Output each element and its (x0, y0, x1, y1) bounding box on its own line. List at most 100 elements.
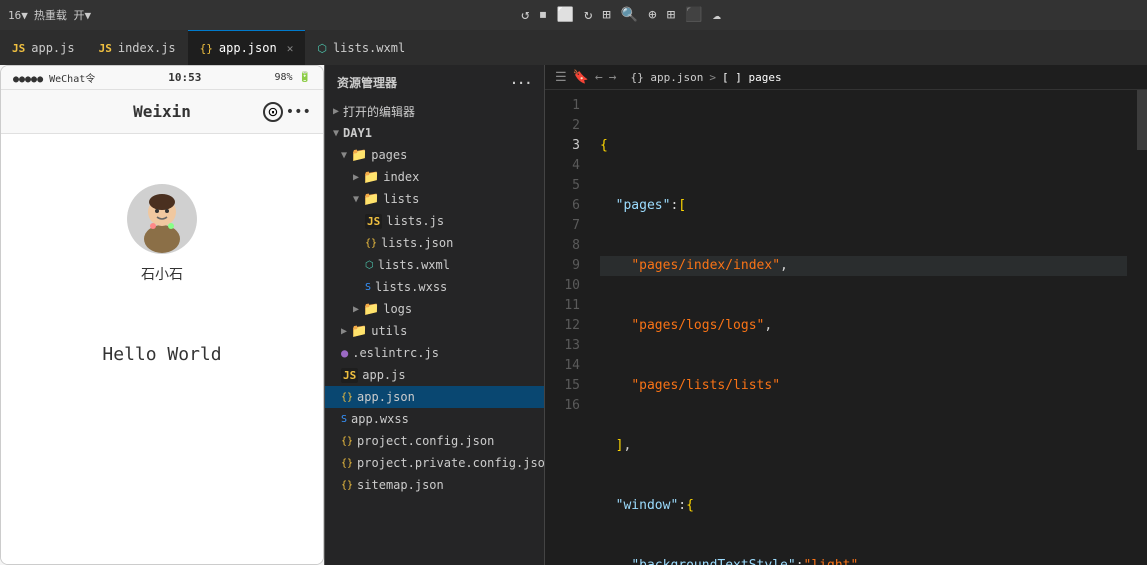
tab-app-json[interactable]: {} app.json ✕ (188, 30, 306, 65)
file-lists-js-label: lists.js (386, 214, 444, 228)
file-app-js-label: app.js (362, 368, 405, 382)
back-icon[interactable]: ← (595, 70, 603, 85)
breadcrumb-path: {} app.json (631, 71, 704, 84)
code-line-6: ], (600, 436, 1127, 456)
upload-icon[interactable]: ⊞ (602, 7, 610, 23)
file-app-json-label: app.json (357, 390, 415, 404)
avatar (127, 184, 197, 254)
chevron-right-icon: ▶ (353, 172, 359, 183)
add-icon[interactable]: ⊕ (648, 7, 656, 23)
cloud-icon[interactable]: ☁ (713, 7, 721, 23)
folder-lists[interactable]: ▼ 📁 lists (325, 188, 544, 210)
folder-index[interactable]: ▶ 📁 index (325, 166, 544, 188)
avatar-image (127, 184, 197, 254)
json-file-icon: {} (341, 458, 353, 469)
file-lists-json-label: lists.json (381, 236, 453, 250)
file-project-private[interactable]: {} project.private.config.json (325, 452, 544, 474)
main-content: ●●●●● WeChat令 10:53 98% 🔋 Weixin ••• ⊙ (0, 65, 1147, 565)
minimap-thumb[interactable] (1137, 90, 1147, 150)
js-icon: JS (99, 42, 112, 55)
line-num: 1 (545, 96, 580, 116)
grid-icon[interactable]: ⊞ (667, 7, 675, 23)
chevron-right-icon: ▶ (341, 326, 347, 337)
line-num: 15 (545, 376, 580, 396)
forward-icon[interactable]: → (609, 70, 617, 85)
file-app-js[interactable]: JS app.js (325, 364, 544, 386)
folder-utils[interactable]: ▶ 📁 utils (325, 320, 544, 342)
file-lists-json[interactable]: {} lists.json (325, 232, 544, 254)
open-editors-section[interactable]: ▶ 打开的编辑器 (325, 100, 544, 122)
phone-time: 10:53 (168, 71, 201, 84)
code-body[interactable]: 1 2 3 4 5 6 7 8 9 10 11 12 13 14 15 16 {… (545, 90, 1147, 565)
file-lists-wxss-label: lists.wxss (375, 280, 447, 294)
file-app-json[interactable]: {} app.json (325, 386, 544, 408)
tab-app-js[interactable]: JS app.js (0, 30, 87, 65)
editor-breadcrumb: ☰ 🔖 ← → {} app.json > [ ] pages (545, 65, 1147, 90)
explorer-more-icon[interactable]: ··· (510, 76, 532, 90)
phone-nav-bar: Weixin ••• ⊙ (1, 90, 323, 134)
compile-icon[interactable]: ↻ (584, 7, 592, 23)
js-icon: JS (12, 42, 25, 55)
phone-nav-circle[interactable]: ⊙ (263, 102, 283, 122)
file-sitemap-label: sitemap.json (357, 478, 444, 492)
line-num: 7 (545, 216, 580, 236)
phone-nav-dots[interactable]: ••• (286, 104, 311, 120)
file-eslintrc[interactable]: ● .eslintrc.js (325, 342, 544, 364)
file-app-wxss[interactable]: S app.wxss (325, 408, 544, 430)
js-file-icon: JS (365, 214, 382, 229)
file-app-wxss-label: app.wxss (351, 412, 409, 426)
folder-index-label: index (383, 170, 419, 184)
phone-hello-text: Hello World (102, 344, 221, 365)
file-lists-js[interactable]: JS lists.js (325, 210, 544, 232)
file-sitemap[interactable]: {} sitemap.json (325, 474, 544, 496)
stop-icon[interactable]: ⏹ (540, 7, 547, 23)
hotreload-label[interactable]: 热重载 开▼ (34, 7, 91, 23)
bookmark-icon[interactable]: 🔖 (573, 70, 589, 85)
debug-label[interactable]: 16▼ (8, 9, 28, 22)
menu-icon[interactable]: ☰ (555, 70, 567, 85)
minimap (1137, 90, 1147, 565)
folder-logs[interactable]: ▶ 📁 logs (325, 298, 544, 320)
file-lists-wxml[interactable]: ⬡ lists.wxml (325, 254, 544, 276)
folder-icon: 📁 (363, 192, 379, 207)
top-bar: 16▼ 热重载 开▼ ↺ ⏹ ⬜ ↻ ⊞ 🔍 ⊕ ⊞ ⬛ ☁ (0, 0, 1147, 30)
json-file-icon: {} (365, 238, 377, 249)
file-lists-wxml-label: lists.wxml (378, 258, 450, 272)
json-file-icon: {} (341, 480, 353, 491)
phone-frame: ●●●●● WeChat令 10:53 98% 🔋 Weixin ••• ⊙ (0, 65, 324, 565)
folder-icon: 📁 (351, 324, 367, 339)
line-num: 11 (545, 296, 580, 316)
tab-index-js[interactable]: JS index.js (87, 30, 188, 65)
preview-icon[interactable]: ⬜ (557, 7, 574, 23)
folder-icon: 📁 (363, 302, 379, 317)
breadcrumb-separator: > (709, 71, 716, 84)
terminal-icon[interactable]: ⬛ (685, 7, 702, 23)
tab-lists-wxml[interactable]: ⬡ lists.wxml (305, 30, 417, 65)
tab-close-icon[interactable]: ✕ (287, 42, 294, 55)
line-num: 9 (545, 256, 580, 276)
wxss-file-icon: S (365, 282, 371, 293)
file-lists-wxss[interactable]: S lists.wxss (325, 276, 544, 298)
tab-label: app.js (31, 41, 74, 55)
tab-label: index.js (118, 41, 176, 55)
line-num: 3 (545, 136, 580, 156)
code-line-1: { (600, 136, 1127, 156)
line-numbers: 1 2 3 4 5 6 7 8 9 10 11 12 13 14 15 16 (545, 90, 590, 565)
line-num: 14 (545, 356, 580, 376)
root-folder[interactable]: ▼ DAY1 (325, 122, 544, 144)
file-eslintrc-label: .eslintrc.js (352, 346, 439, 360)
tab-label: app.json (219, 41, 277, 55)
line-num: 4 (545, 156, 580, 176)
code-content[interactable]: { "pages":[ "pages/index/index", "pages/… (590, 90, 1137, 565)
search-icon[interactable]: 🔍 (621, 7, 638, 23)
folder-pages[interactable]: ▼ 📁 pages (325, 144, 544, 166)
refresh-icon[interactable]: ↺ (521, 7, 529, 23)
line-num: 12 (545, 316, 580, 336)
js-file-icon: JS (341, 368, 358, 383)
file-project-config[interactable]: {} project.config.json (325, 430, 544, 452)
code-line-7: "window":{ (600, 496, 1127, 516)
line-num: 16 (545, 396, 580, 416)
code-line-5: "pages/lists/lists" (600, 376, 1127, 396)
tab-bar: JS app.js JS index.js {} app.json ✕ ⬡ li… (0, 30, 1147, 65)
open-editors-label: 打开的编辑器 (343, 103, 415, 120)
